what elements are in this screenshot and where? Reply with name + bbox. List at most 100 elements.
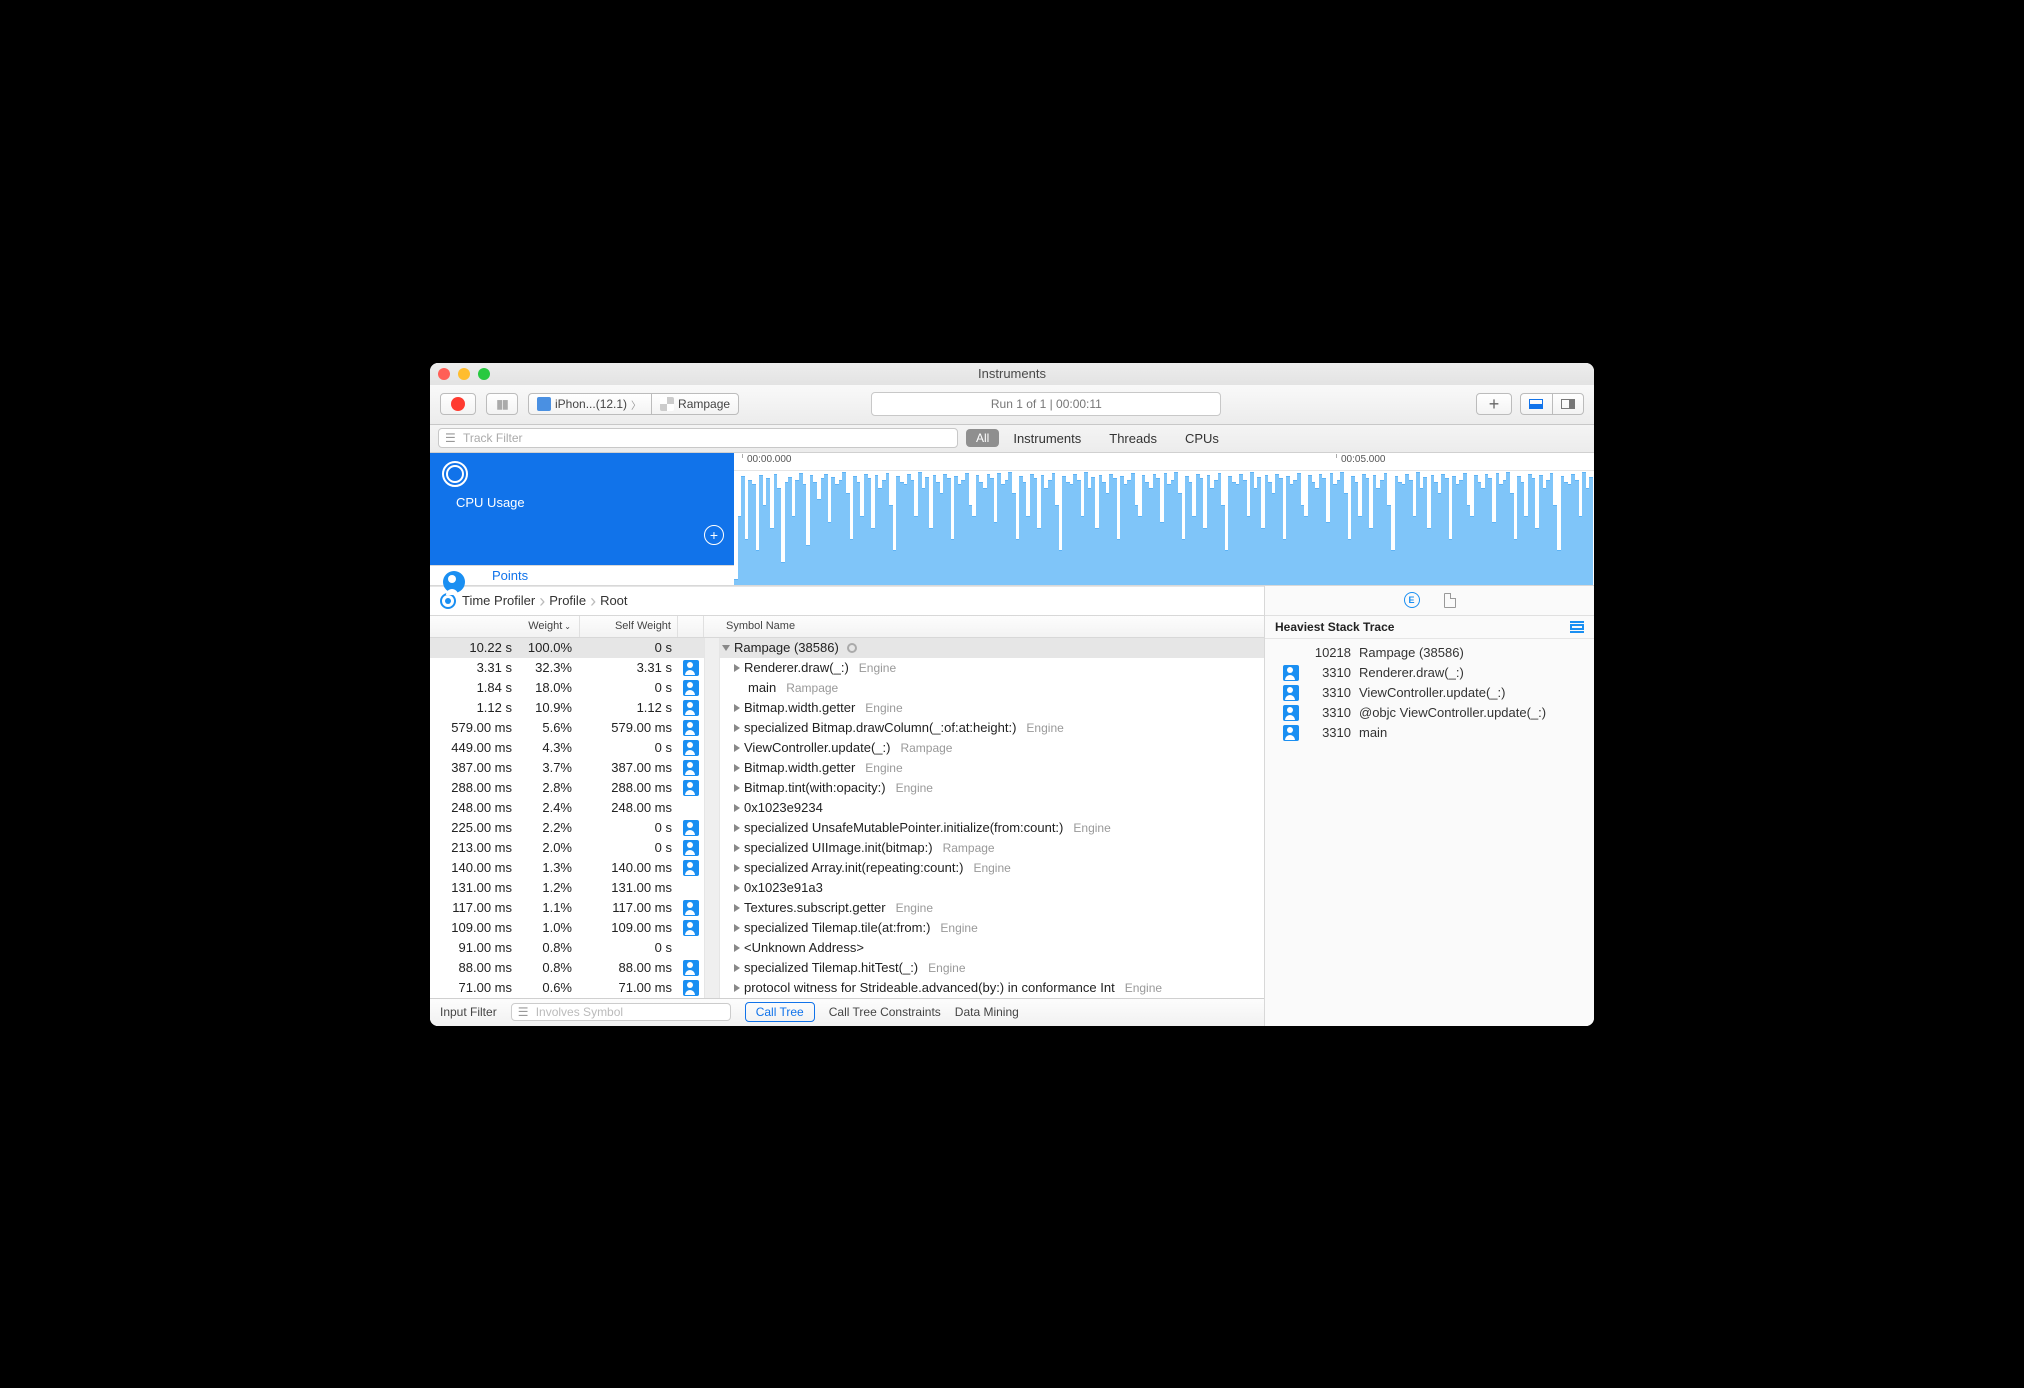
track-filter-input[interactable]: ☰ Track Filter xyxy=(438,428,958,448)
list-item[interactable]: 3310ViewController.update(_:) xyxy=(1265,683,1594,703)
person-icon xyxy=(1283,665,1299,681)
person-icon xyxy=(683,680,699,696)
symbol-name: specialized Bitmap.drawColumn(_:of:at:he… xyxy=(744,720,1016,735)
gear-icon[interactable] xyxy=(847,643,857,653)
filter-icon: ☰ xyxy=(445,431,457,445)
list-item[interactable]: 3310Renderer.draw(_:) xyxy=(1265,663,1594,683)
table-row[interactable]: 91.00 ms0.8%0 s<Unknown Address> xyxy=(430,938,1264,958)
disclosure-icon[interactable] xyxy=(734,784,740,792)
document-icon[interactable] xyxy=(1444,593,1456,608)
device-label: iPhon...(12.1) xyxy=(555,397,627,411)
maximize-icon[interactable] xyxy=(478,368,490,380)
call-tree-body[interactable]: 10.22 s100.0%0 sRampage (38586)3.31 s32.… xyxy=(430,638,1264,998)
pause-button[interactable]: ▮▮ xyxy=(486,393,518,415)
call-tree-menu[interactable]: Call Tree xyxy=(745,1002,815,1022)
person-icon xyxy=(683,960,699,976)
breadcrumb-item[interactable]: Root xyxy=(600,593,627,608)
bottom-panel-button[interactable] xyxy=(1520,393,1552,415)
table-row[interactable]: 225.00 ms2.2%0 sspecialized UnsafeMutabl… xyxy=(430,818,1264,838)
module-name: Engine xyxy=(1125,981,1162,995)
table-row[interactable]: 3.31 s32.3%3.31 sRenderer.draw(_:)Engine xyxy=(430,658,1264,678)
list-item[interactable]: 3310@objc ViewController.update(_:) xyxy=(1265,703,1594,723)
disclosure-icon[interactable] xyxy=(734,984,740,992)
involves-symbol-input[interactable]: ☰ Involves Symbol xyxy=(511,1003,731,1021)
tab-all[interactable]: All xyxy=(966,429,999,447)
module-name: Engine xyxy=(940,921,977,935)
titlebar[interactable]: Instruments xyxy=(430,363,1594,385)
run-status[interactable]: Run 1 of 1 | 00:00:11 xyxy=(871,392,1221,416)
process-selector[interactable]: Rampage xyxy=(651,393,739,415)
disclosure-icon[interactable] xyxy=(734,724,740,732)
disclosure-icon[interactable] xyxy=(734,904,740,912)
table-row[interactable]: 131.00 ms1.2%131.00 ms0x1023e91a3 xyxy=(430,878,1264,898)
tab-threads[interactable]: Threads xyxy=(1095,429,1171,448)
disclosure-icon[interactable] xyxy=(722,645,730,651)
table-row[interactable]: 117.00 ms1.1%117.00 msTextures.subscript… xyxy=(430,898,1264,918)
device-selector[interactable]: iPhon...(12.1) 〉 xyxy=(528,393,651,415)
disclosure-icon[interactable] xyxy=(734,704,740,712)
symbol-name: specialized Array.init(repeating:count:) xyxy=(744,860,963,875)
tab-cpus[interactable]: CPUs xyxy=(1171,429,1233,448)
disclosure-icon[interactable] xyxy=(734,944,740,952)
instruments-window: Instruments ▮▮ iPhon...(12.1) 〉 Rampage … xyxy=(430,363,1594,1026)
person-icon xyxy=(443,571,465,593)
person-icon xyxy=(1283,705,1299,721)
heaviest-stack-trace-header: Heaviest Stack Trace xyxy=(1265,616,1594,639)
table-row[interactable]: 1.84 s18.0%0 smainRampage xyxy=(430,678,1264,698)
cpu-usage-track[interactable]: CPU Usage + xyxy=(430,453,734,565)
timeline-graph[interactable]: 00:00.000 00:05.000 xyxy=(734,453,1594,585)
breadcrumb-item[interactable]: Time Profiler xyxy=(462,593,535,608)
column-icon[interactable] xyxy=(678,616,704,637)
person-icon xyxy=(683,780,699,796)
time-ruler[interactable]: 00:00.000 00:05.000 xyxy=(734,453,1594,471)
heaviest-stack-trace-list[interactable]: 10218Rampage (38586)3310Renderer.draw(_:… xyxy=(1265,639,1594,747)
symbol-name: specialized Tilemap.hitTest(_:) xyxy=(744,960,918,975)
column-self-weight[interactable]: Self Weight xyxy=(580,616,678,637)
points-subtrack[interactable]: Points xyxy=(430,565,734,585)
table-row[interactable]: 109.00 ms1.0%109.00 msspecialized Tilema… xyxy=(430,918,1264,938)
disclosure-icon[interactable] xyxy=(734,884,740,892)
disclosure-icon[interactable] xyxy=(734,804,740,812)
minimize-icon[interactable] xyxy=(458,368,470,380)
table-row[interactable]: 10.22 s100.0%0 sRampage (38586) xyxy=(430,638,1264,658)
disclosure-icon[interactable] xyxy=(734,744,740,752)
close-icon[interactable] xyxy=(438,368,450,380)
right-panel-button[interactable] xyxy=(1552,393,1584,415)
bottom-panel-icon xyxy=(1529,399,1543,409)
table-row[interactable]: 213.00 ms2.0%0 sspecialized UIImage.init… xyxy=(430,838,1264,858)
column-weight[interactable]: Weight⌄ xyxy=(430,616,580,637)
call-tree-constraints-menu[interactable]: Call Tree Constraints xyxy=(829,1005,941,1019)
column-symbol[interactable]: Symbol Name xyxy=(720,616,1264,637)
add-instrument-button[interactable]: + xyxy=(1476,393,1512,415)
table-row[interactable]: 1.12 s10.9%1.12 sBitmap.width.getterEngi… xyxy=(430,698,1264,718)
disclosure-icon[interactable] xyxy=(734,864,740,872)
disclosure-icon[interactable] xyxy=(734,664,740,672)
list-item[interactable]: 10218Rampage (38586) xyxy=(1265,643,1594,663)
record-button[interactable] xyxy=(440,393,476,415)
table-row[interactable]: 449.00 ms4.3%0 sViewController.update(_:… xyxy=(430,738,1264,758)
table-row[interactable]: 288.00 ms2.8%288.00 msBitmap.tint(with:o… xyxy=(430,778,1264,798)
disclosure-icon[interactable] xyxy=(734,824,740,832)
symbol-name: specialized UnsafeMutablePointer.initial… xyxy=(744,820,1063,835)
table-row[interactable]: 248.00 ms2.4%248.00 ms0x1023e9234 xyxy=(430,798,1264,818)
extended-detail-icon[interactable]: E xyxy=(1404,592,1420,608)
process-label: Rampage xyxy=(678,397,730,411)
disclosure-icon[interactable] xyxy=(734,844,740,852)
data-mining-menu[interactable]: Data Mining xyxy=(955,1005,1019,1019)
list-item[interactable]: 3310main xyxy=(1265,723,1594,743)
table-row[interactable]: 140.00 ms1.3%140.00 msspecialized Array.… xyxy=(430,858,1264,878)
breadcrumb-item[interactable]: Profile xyxy=(549,593,586,608)
disclosure-icon[interactable] xyxy=(734,964,740,972)
table-row[interactable]: 579.00 ms5.6%579.00 msspecialized Bitmap… xyxy=(430,718,1264,738)
collapse-icon[interactable] xyxy=(1570,621,1584,633)
breadcrumb: Time Profiler › Profile › Root xyxy=(430,586,1264,616)
disclosure-icon[interactable] xyxy=(734,764,740,772)
add-track-button[interactable]: + xyxy=(704,525,724,545)
table-row[interactable]: 387.00 ms3.7%387.00 msBitmap.width.gette… xyxy=(430,758,1264,778)
tab-instruments[interactable]: Instruments xyxy=(999,429,1095,448)
panel-toggle xyxy=(1520,393,1584,415)
table-row[interactable]: 88.00 ms0.8%88.00 msspecialized Tilemap.… xyxy=(430,958,1264,978)
module-name: Engine xyxy=(896,781,933,795)
disclosure-icon[interactable] xyxy=(734,924,740,932)
table-row[interactable]: 71.00 ms0.6%71.00 msprotocol witness for… xyxy=(430,978,1264,998)
